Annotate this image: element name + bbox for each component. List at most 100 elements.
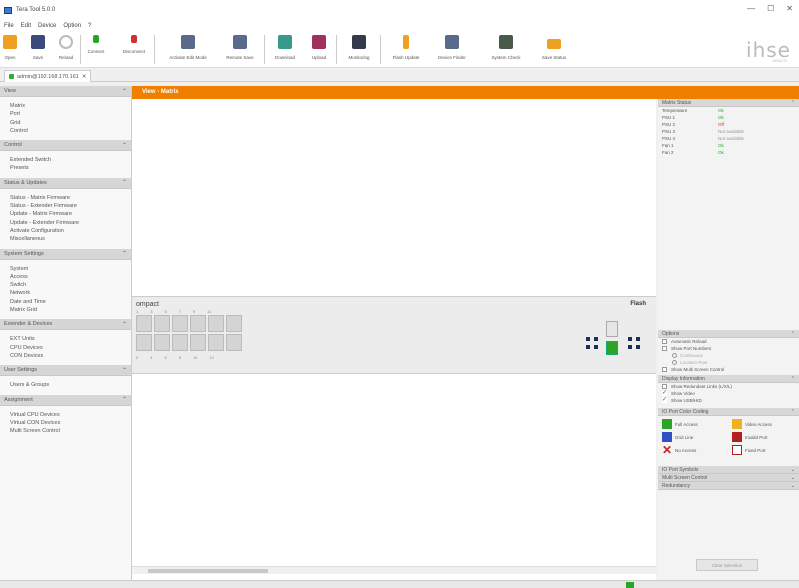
- close-tab-icon[interactable]: ✕: [82, 74, 87, 80]
- sidebar-item-status-extender-firmware[interactable]: Status - Extender Firmware: [0, 202, 131, 210]
- port-slot[interactable]: [226, 334, 242, 351]
- port-slot[interactable]: [172, 315, 188, 332]
- sidebar-section-extender-devices[interactable]: Extender & Devices ⌃: [0, 319, 131, 331]
- sidebar-item-date-and-time[interactable]: Date and Time: [0, 298, 131, 306]
- sidebar-item-cpu-devices[interactable]: CPU Devices: [0, 344, 131, 352]
- port-slot[interactable]: [226, 315, 242, 332]
- io-port[interactable]: [606, 321, 618, 337]
- sidebar-item-system[interactable]: System: [0, 265, 131, 273]
- monitoring-icon: [352, 35, 366, 49]
- sidebar-item-con-devices[interactable]: CON Devices: [0, 352, 131, 360]
- port-slot[interactable]: [190, 315, 206, 332]
- port-slot[interactable]: [208, 315, 224, 332]
- upload-button[interactable]: Upload: [308, 33, 330, 66]
- fixed-port-swatch: [732, 445, 742, 455]
- system-check-button[interactable]: System Check: [484, 33, 528, 66]
- sidebar-item-virtual-con-devices[interactable]: Virtual CON Devices: [0, 419, 131, 427]
- sidebar-section-assignment[interactable]: Assignment ⌃: [0, 394, 131, 406]
- device-finder-icon: [445, 35, 459, 49]
- sidebar-item-virtual-cpu-devices[interactable]: Virtual CPU Devices: [0, 411, 131, 419]
- sidebar-item-matrix-grid[interactable]: Matrix Grid: [0, 306, 131, 314]
- show-multi-screen-checkbox[interactable]: Show Multi Screen Control: [658, 366, 799, 373]
- activate-edit-mode-button[interactable]: Activate Edit Mode: [160, 33, 216, 66]
- port-slot[interactable]: [154, 334, 170, 351]
- connect-button[interactable]: Connect: [88, 33, 104, 66]
- io-port-symbols-header[interactable]: IO Port Symbols ⌄: [658, 466, 799, 474]
- port-dots-left: [584, 335, 600, 351]
- sidebar-item-port[interactable]: Port: [0, 110, 131, 118]
- menu-bar: File Edit Device Option ?: [0, 20, 799, 31]
- video-access-swatch: [732, 419, 742, 429]
- menu-file[interactable]: File: [4, 23, 14, 29]
- remote-save-button[interactable]: Remote Save: [220, 33, 260, 66]
- show-port-numbers-checkbox[interactable]: Show Port Numbers: [658, 345, 799, 352]
- sidebar-item-users-groups[interactable]: Users & Groups: [0, 381, 131, 389]
- legend-item: Full Access: [662, 419, 732, 429]
- remote-save-icon: [233, 35, 247, 49]
- port-slot[interactable]: [136, 334, 152, 351]
- disconnect-button[interactable]: Disconnect: [120, 33, 148, 66]
- scrollbar-thumb[interactable]: [148, 569, 268, 573]
- connection-tab[interactable]: admin@192.168.170.161 ✕: [4, 70, 92, 82]
- save-status-button[interactable]: Save Status: [536, 33, 572, 66]
- sidebar-section-status-updates[interactable]: Status & Updates ⌃: [0, 177, 131, 189]
- menu-edit[interactable]: Edit: [21, 23, 31, 29]
- display-information-header[interactable]: Display Information ⌃: [658, 375, 799, 383]
- io-port-active[interactable]: [606, 341, 618, 355]
- sidebar-item-extended-switch[interactable]: Extended Switch: [0, 156, 131, 164]
- title-bar: Tera Tool 5.0.0 — ☐ ✕: [0, 0, 799, 20]
- open-button[interactable]: Open: [2, 33, 18, 66]
- port-color-coding-header[interactable]: IO Port Color Coding ⌃: [658, 408, 799, 416]
- automatic-reload-checkbox[interactable]: Automatic Reload: [658, 338, 799, 345]
- sidebar-section-view[interactable]: View ⌃: [0, 86, 131, 97]
- port-slot[interactable]: [190, 334, 206, 351]
- clear-selection-button[interactable]: Clear Selection: [696, 559, 758, 571]
- flash-update-button[interactable]: Flash Update: [386, 33, 426, 66]
- port-slot[interactable]: [208, 334, 224, 351]
- no-access-icon: ✕: [662, 443, 673, 457]
- multi-screen-control-header[interactable]: Multi Screen Control ⌄: [658, 474, 799, 482]
- download-button[interactable]: Download: [270, 33, 300, 66]
- port-slot[interactable]: [136, 315, 152, 332]
- matrix-right-label: Flash: [630, 301, 646, 307]
- options-header[interactable]: Options ⌃: [658, 330, 799, 338]
- maximize-button[interactable]: ☐: [767, 4, 774, 13]
- sidebar-item-access[interactable]: Access: [0, 273, 131, 281]
- port-slot[interactable]: [172, 334, 188, 351]
- sidebar-item-miscellaneous[interactable]: Miscellaneous: [0, 235, 131, 243]
- sidebar-item-grid[interactable]: Grid: [0, 119, 131, 127]
- sidebar-section-system-settings[interactable]: System Settings ⌃: [0, 248, 131, 260]
- sidebar-item-status-matrix-firmware[interactable]: Status - Matrix Firmware: [0, 194, 131, 202]
- port-slot[interactable]: [154, 315, 170, 332]
- sidebar-item-control[interactable]: Control: [0, 127, 131, 135]
- sidebar-item-multi-screen-control[interactable]: Multi Screen Control: [0, 427, 131, 435]
- close-button[interactable]: ✕: [786, 4, 793, 13]
- sidebar-item-ext-units[interactable]: EXT Units: [0, 335, 131, 343]
- horizontal-scrollbar[interactable]: [132, 566, 656, 574]
- sidebar-section-user-settings[interactable]: User Settings ⌃: [0, 365, 131, 377]
- save-button[interactable]: Save: [30, 33, 46, 66]
- device-finder-button[interactable]: Device Finder: [432, 33, 472, 66]
- show-redundant-links-checkbox[interactable]: Show Redundant Links (L/X/L): [658, 383, 799, 390]
- sidebar-item-matrix[interactable]: Matrix: [0, 102, 131, 110]
- menu-device[interactable]: Device: [38, 23, 56, 29]
- continuous-radio[interactable]: Continuous: [658, 352, 799, 359]
- sidebar-item-update-matrix-firmware[interactable]: Update - Matrix Firmware: [0, 210, 131, 218]
- sidebar-item-network[interactable]: Network: [0, 289, 131, 297]
- reload-button[interactable]: Reload: [58, 33, 74, 66]
- minimize-button[interactable]: —: [747, 4, 755, 13]
- show-video-checkbox[interactable]: ✓ Show Video: [658, 390, 799, 397]
- sidebar-item-update-extender-firmware[interactable]: Update - Extender Firmware: [0, 219, 131, 227]
- sidebar-section-control[interactable]: Control ⌃: [0, 140, 131, 152]
- matrix-status-header[interactable]: Matrix Status ⌃: [658, 99, 799, 107]
- redundancy-header[interactable]: Redundancy ⌄: [658, 482, 799, 490]
- location-row-radio[interactable]: Location Row: [658, 359, 799, 366]
- sidebar-item-presets[interactable]: Presets: [0, 164, 131, 172]
- monitoring-button[interactable]: Monitoring: [342, 33, 376, 66]
- sidebar-item-activate-configuration[interactable]: Activate Configuration: [0, 227, 131, 235]
- window-title: Tera Tool 5.0.0: [16, 7, 56, 13]
- menu-option[interactable]: Option: [63, 23, 81, 29]
- show-usb-hid-checkbox[interactable]: ✓ Show USB/HID: [658, 397, 799, 404]
- sidebar-item-switch[interactable]: Switch: [0, 281, 131, 289]
- menu-help[interactable]: ?: [88, 23, 91, 29]
